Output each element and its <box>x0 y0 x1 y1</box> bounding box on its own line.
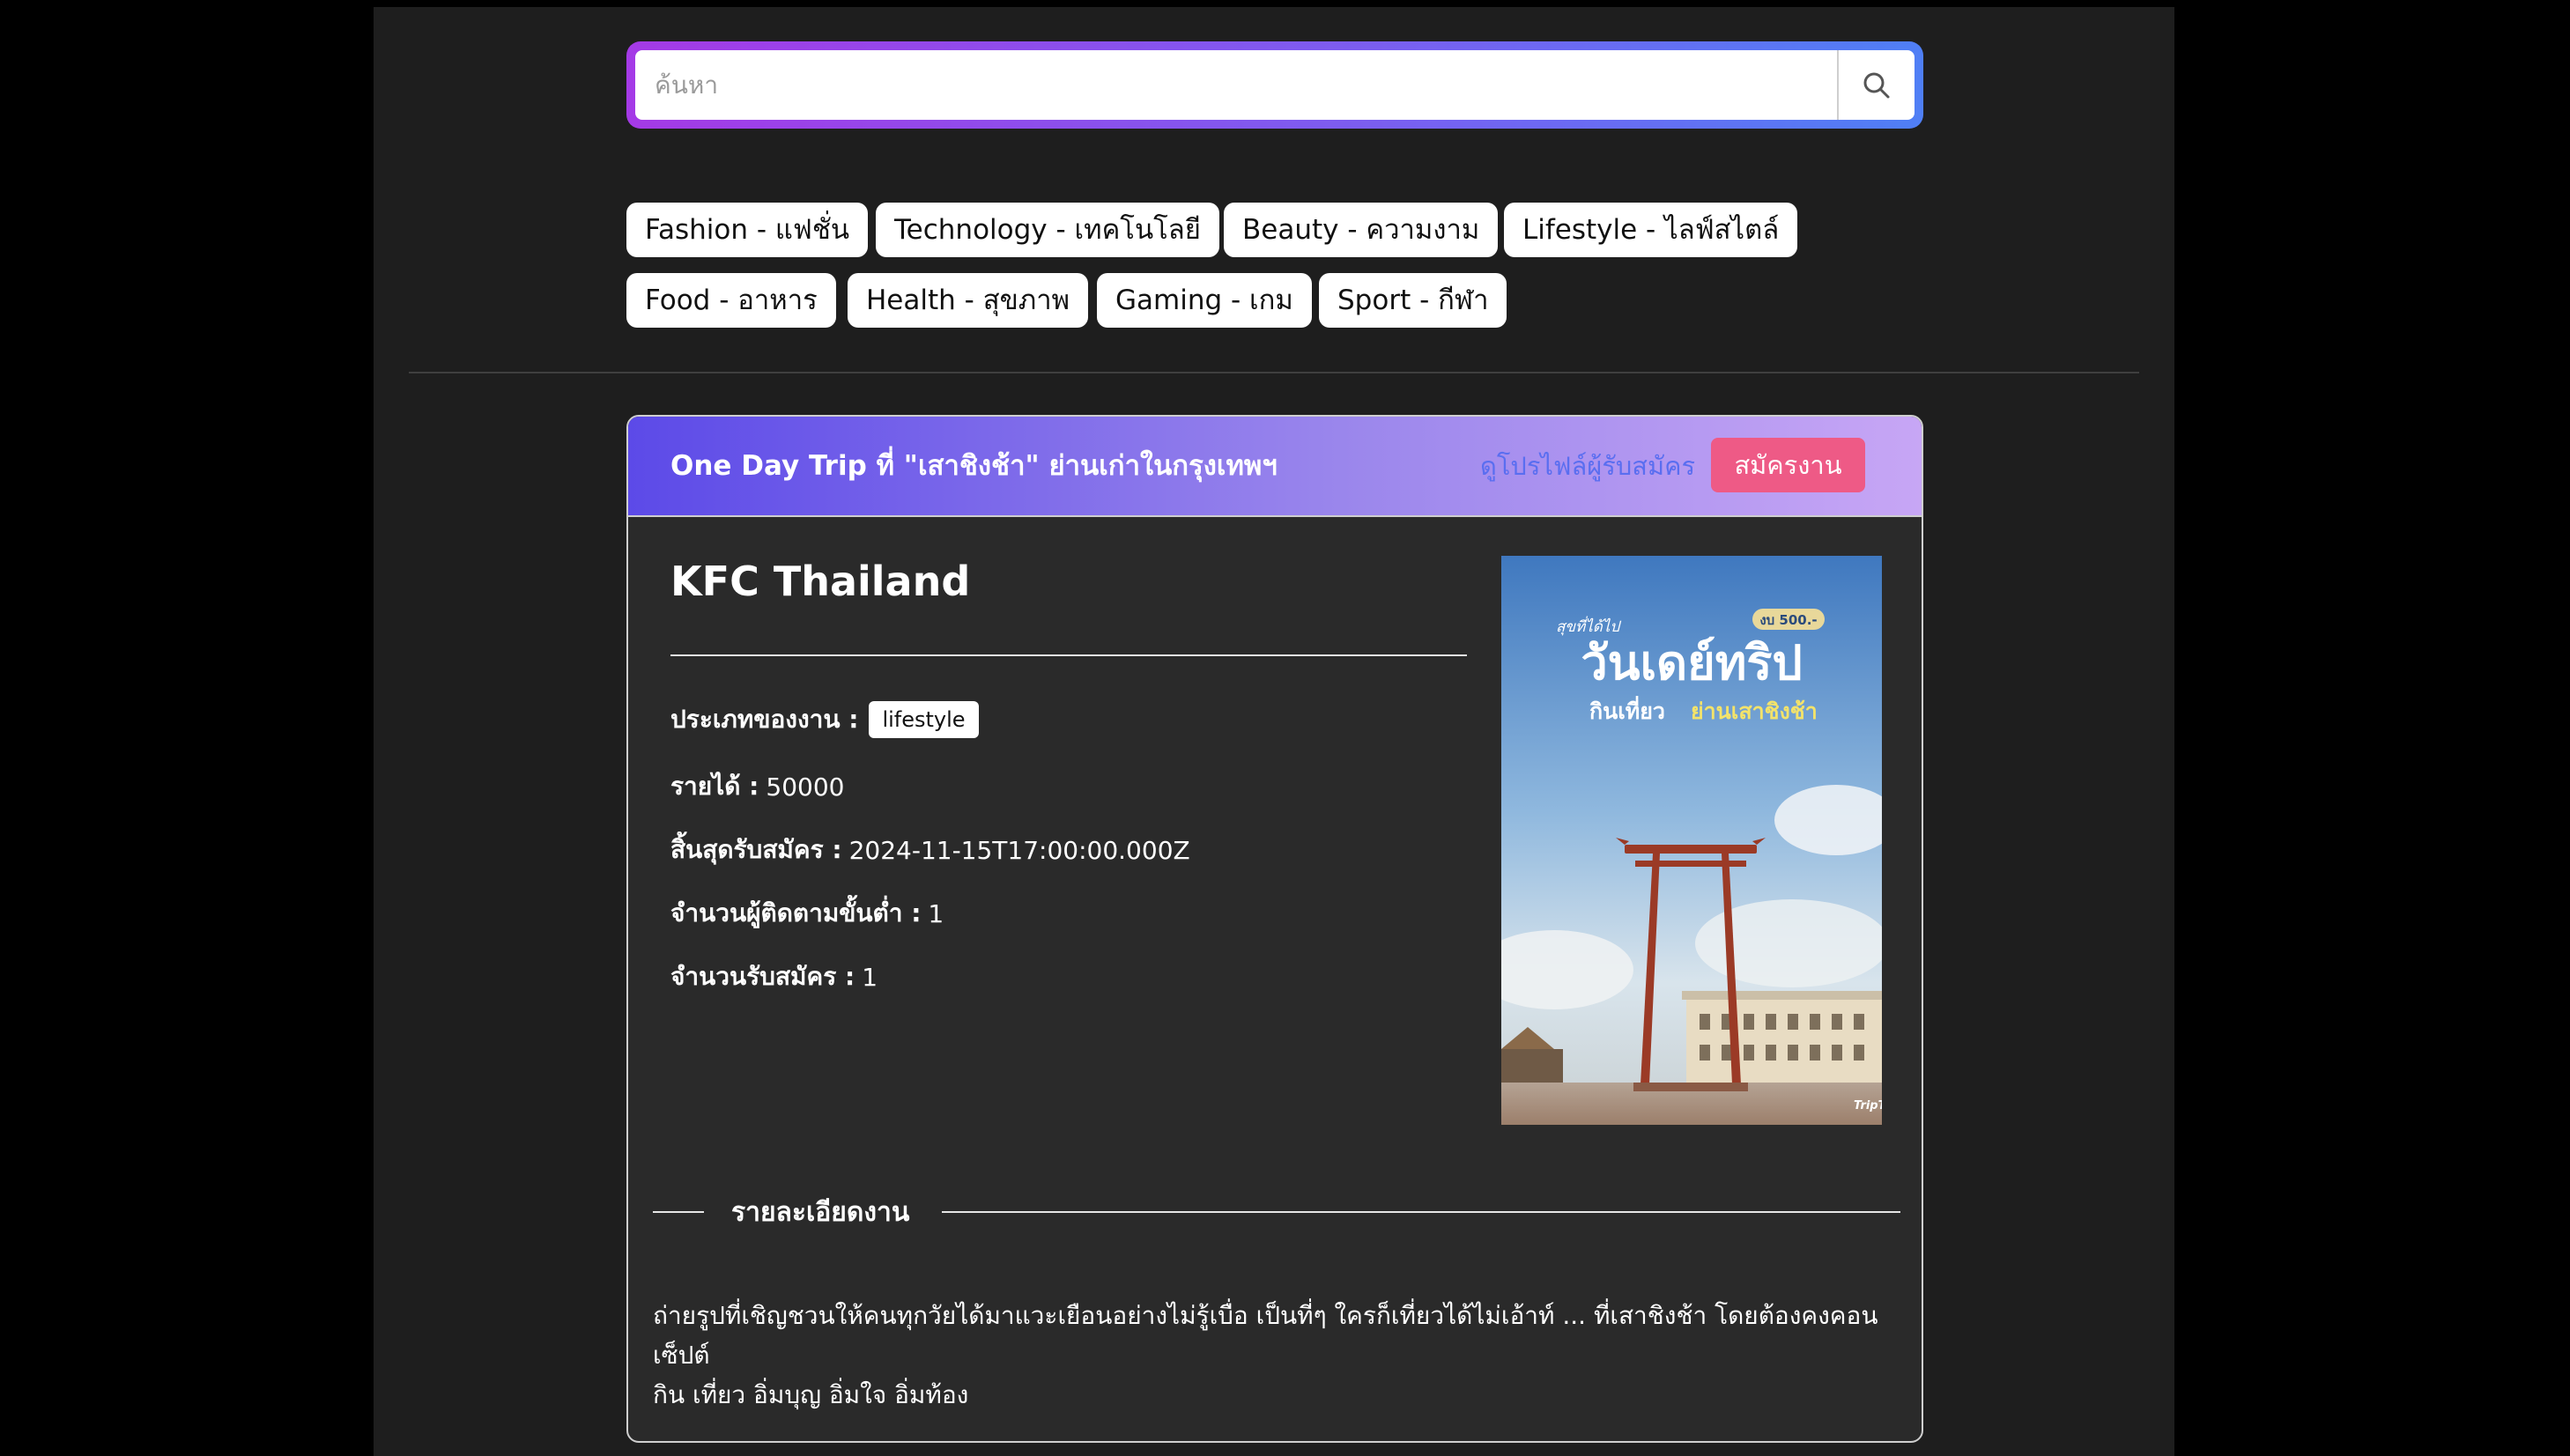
poster-price-badge: งบ 500.- <box>1759 612 1817 628</box>
poster-small-text: สุขที่ได้ไป <box>1556 616 1621 636</box>
poster-swing-beam <box>1635 861 1746 867</box>
category-tag-technology[interactable]: Technology - เทคโนโลยี <box>876 203 1219 257</box>
job-card-header: One Day Trip ที่ "เสาชิงช้า" ย่านเก่าในก… <box>628 417 1922 517</box>
job-description: ถ่ายรูปที่เชิญชวนให้คนทุกวัยได้มาแวะเยือ… <box>653 1296 1904 1415</box>
poster-window <box>1810 1014 1820 1030</box>
category-tag-food[interactable]: Food - อาหาร <box>626 273 836 328</box>
poster-cloud <box>1695 899 1882 987</box>
job-type-badge: lifestyle <box>869 701 979 738</box>
job-card: One Day Trip ที่ "เสาชิงช้า" ย่านเก่าในก… <box>626 415 1923 1443</box>
deadline-label: สิ้นสุดรับสมัคร : <box>670 835 842 864</box>
company-divider <box>670 654 1467 656</box>
deadline-row: สิ้นสุดรับสมัคร : 2024-11-15T17:00:00.00… <box>670 831 1190 869</box>
search-button[interactable] <box>1837 50 1915 120</box>
company-name: KFC Thailand <box>670 558 971 605</box>
poster-window <box>1744 1045 1754 1061</box>
apply-button[interactable]: สมัครงาน <box>1711 438 1865 492</box>
poster-window <box>1810 1045 1820 1061</box>
openings-label: จำนวนรับสมัคร : <box>670 962 855 991</box>
poster-window <box>1832 1045 1842 1061</box>
search-icon <box>1863 72 1890 98</box>
section-divider <box>409 372 2139 373</box>
category-tag-fashion[interactable]: Fashion - แฟชั่น <box>626 203 869 257</box>
openings-row: จำนวนรับสมัคร : 1 <box>670 957 878 996</box>
category-tag-gaming[interactable]: Gaming - เกม <box>1097 273 1312 328</box>
job-description-line: กิน เที่ยว อิ่มบุญ อิ่มใจ อิ่มท้อง <box>653 1380 969 1409</box>
poster-window <box>1832 1014 1842 1030</box>
category-tag-sport[interactable]: Sport - กีฬา <box>1319 273 1507 328</box>
income-label: รายได้ : <box>670 772 759 801</box>
poster-window <box>1788 1045 1798 1061</box>
income-value: 50000 <box>766 772 845 802</box>
category-tag-lifestyle[interactable]: Lifestyle - ไลฟ์สไตล์ <box>1504 203 1798 257</box>
job-description-line: ถ่ายรูปที่เชิญชวนให้คนทุกวัยได้มาแวะเยือ… <box>653 1301 1878 1370</box>
details-divider-left <box>653 1211 704 1213</box>
view-recruiter-profile-link[interactable]: ดูโปรไฟล์ผู้รับสมัคร <box>1480 417 1695 515</box>
openings-value: 1 <box>862 962 878 992</box>
poster-window <box>1700 1014 1710 1030</box>
details-divider-right <box>942 1211 1900 1213</box>
poster-window <box>1744 1014 1754 1030</box>
poster-window <box>1854 1014 1864 1030</box>
income-row: รายได้ : 50000 <box>670 767 844 806</box>
job-type-row: ประเภทของงาน : lifestyle <box>670 700 979 739</box>
poster-building <box>1686 996 1882 1084</box>
search-box <box>635 50 1915 120</box>
poster-building-roof <box>1682 991 1882 1000</box>
poster-swing-beam <box>1625 845 1757 854</box>
poster-window <box>1788 1014 1798 1030</box>
min-followers-value: 1 <box>928 898 944 928</box>
poster-window <box>1700 1045 1710 1061</box>
poster-window <box>1766 1045 1776 1061</box>
deadline-value: 2024-11-15T17:00:00.000Z <box>848 835 1190 865</box>
poster-temple-base <box>1501 1049 1563 1084</box>
min-followers-row: จำนวนผู้ติดตามขั้นต่ำ : 1 <box>670 894 944 933</box>
poster-window <box>1766 1014 1776 1030</box>
job-type-label: ประเภทของงาน : <box>670 705 859 734</box>
details-heading: รายละเอียดงาน <box>731 1197 910 1228</box>
poster-window <box>1854 1045 1864 1061</box>
poster-subline-a: กินเที่ยว <box>1589 696 1665 724</box>
poster-subline-b: ย่านเสาชิงช้า <box>1691 698 1818 724</box>
poster-swing-base <box>1633 1083 1748 1091</box>
search-bar <box>626 41 1923 129</box>
job-poster-image: สุขที่ได้ไป งบ 500.- วันเดย์ทริป กินเที่… <box>1501 556 1882 1125</box>
min-followers-label: จำนวนผู้ติดตามขั้นต่ำ : <box>670 898 922 928</box>
poster-brand: TripTH <box>1854 1099 1882 1112</box>
job-title: One Day Trip ที่ "เสาชิงช้า" ย่านเก่าในก… <box>670 450 1278 482</box>
category-tag-health[interactable]: Health - สุขภาพ <box>848 273 1089 328</box>
category-tag-beauty[interactable]: Beauty - ความงาม <box>1224 203 1499 257</box>
poster-headline: วันเดย์ทริป <box>1581 635 1802 691</box>
search-input[interactable] <box>635 50 1855 120</box>
